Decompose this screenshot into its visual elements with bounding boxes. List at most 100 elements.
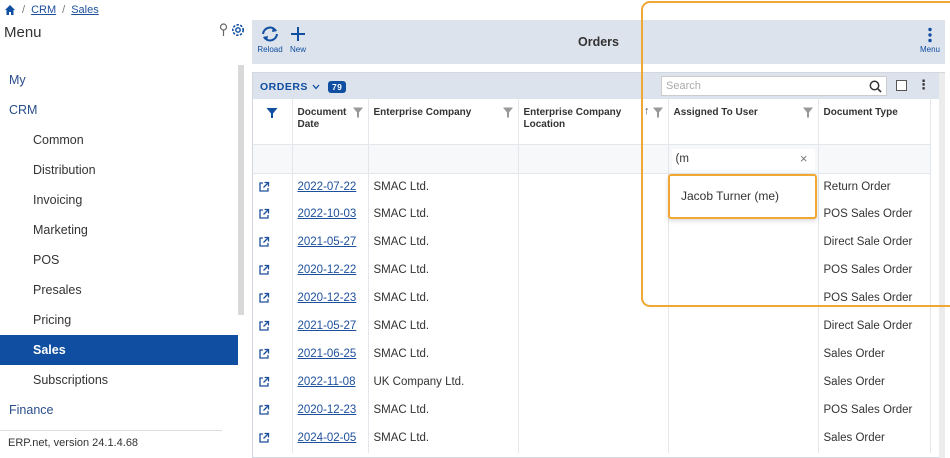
column-header-enterprise-company-location[interactable]: Enterprise Company Location ↑ (518, 99, 669, 145)
document-date-link[interactable]: 2021-05-27 (298, 236, 357, 248)
table-row[interactable]: 2024-02-05 SMAC Ltd. Sales Order (253, 425, 931, 453)
toolbar: Reload New Orders Menu (252, 20, 945, 64)
open-record-button[interactable] (253, 229, 293, 257)
cell-document-date[interactable]: 2021-06-25 (292, 341, 369, 369)
open-record-button[interactable] (253, 201, 293, 229)
table-row[interactable]: 2022-10-03 SMAC Ltd. POS Sales Order (253, 201, 931, 229)
sidebar-item-marketing[interactable]: Marketing (0, 215, 238, 245)
cell-enterprise-company-location (518, 201, 669, 229)
select-all-checkbox[interactable] (896, 80, 907, 91)
document-date-link[interactable]: 2020-12-23 (298, 404, 357, 416)
open-record-button[interactable] (253, 285, 293, 313)
sidebar-item-presales[interactable]: Presales (0, 275, 238, 305)
document-date-link[interactable]: 2022-11-08 (298, 376, 356, 388)
document-date-link[interactable]: 2022-07-22 (298, 181, 357, 193)
open-external-icon (258, 432, 270, 447)
table-row[interactable]: 2021-05-27 SMAC Ltd. Direct Sale Order (253, 229, 931, 257)
sidebar-item-invoicing[interactable]: Invoicing (0, 185, 238, 215)
sidebar-item-sales[interactable]: Sales (0, 335, 238, 365)
search-icon[interactable] (869, 80, 882, 93)
grid-name-dropdown[interactable]: ORDERS 79 (260, 81, 347, 93)
table-row[interactable]: 2020-12-22 SMAC Ltd. POS Sales Order (253, 257, 931, 285)
gear-icon[interactable] (230, 22, 246, 38)
column-filter-icon[interactable] (502, 107, 513, 118)
column-header-enterprise-company[interactable]: Enterprise Company (368, 99, 519, 145)
open-record-button[interactable] (253, 341, 293, 369)
cell-enterprise-company-location (518, 257, 669, 285)
document-date-link[interactable]: 2021-06-25 (298, 348, 357, 360)
sidebar-item-subscriptions[interactable]: Subscriptions (0, 365, 238, 395)
table-row[interactable]: 2020-12-23 SMAC Ltd. POS Sales Order (253, 397, 931, 425)
cell-document-date[interactable]: 2022-11-08 (292, 369, 369, 397)
column-filter-icon[interactable] (802, 107, 813, 118)
filter-icon (266, 108, 278, 118)
column-header-assigned-to-user[interactable]: Assigned To User (668, 99, 819, 145)
filter-cell-assigned-to-user[interactable]: (m × (668, 144, 819, 174)
column-label: Assigned To User (673, 107, 758, 118)
user-suggestion-dropdown[interactable]: Jacob Turner (me) (668, 174, 817, 219)
filter-cell-document-type[interactable] (818, 144, 931, 174)
breadcrumb-link-sales[interactable]: Sales (71, 4, 99, 16)
sidebar-item-my[interactable]: My (0, 65, 238, 95)
filter-toggle-header[interactable] (253, 99, 293, 145)
open-record-button[interactable] (253, 313, 293, 341)
column-label: Document Type (823, 107, 898, 118)
cell-assigned-to-user (668, 313, 819, 341)
column-header-document-date[interactable]: Document Date (292, 99, 369, 145)
document-date-link[interactable]: 2022-10-03 (298, 208, 357, 220)
cell-enterprise-company: SMAC Ltd. (368, 229, 519, 257)
table-row[interactable]: 2021-05-27 SMAC Ltd. Direct Sale Order (253, 313, 931, 341)
table-row[interactable]: 2022-07-22 SMAC Ltd. Return Order (253, 173, 931, 201)
document-date-link[interactable]: 2021-05-27 (298, 320, 357, 332)
cell-document-date[interactable]: 2020-12-23 (292, 397, 369, 425)
home-icon[interactable] (4, 4, 16, 16)
open-record-button[interactable] (253, 369, 293, 397)
sidebar-item-finance[interactable]: Finance (0, 395, 238, 425)
cell-document-date[interactable]: 2022-07-22 (292, 173, 369, 201)
cell-document-date[interactable]: 2021-05-27 (292, 229, 369, 257)
sidebar-item-common[interactable]: Common (0, 125, 238, 155)
column-filter-icon[interactable] (652, 107, 663, 118)
grid-scrollbar[interactable] (939, 73, 945, 458)
filter-cell-document-date[interactable] (292, 144, 369, 174)
toolbar-menu-button[interactable]: Menu (919, 27, 941, 54)
sidebar-item-pos[interactable]: POS (0, 245, 238, 275)
sidebar-item-crm[interactable]: CRM (0, 95, 238, 125)
sidebar-item-distribution[interactable]: Distribution (0, 155, 238, 185)
sidebar-scrollbar[interactable] (238, 65, 244, 315)
document-date-link[interactable]: 2020-12-22 (298, 264, 357, 276)
cell-document-type: Sales Order (818, 369, 931, 397)
open-record-button[interactable] (253, 397, 293, 425)
open-record-button[interactable] (253, 173, 293, 201)
close-icon[interactable]: × (800, 151, 808, 166)
table-row[interactable]: 2021-06-25 SMAC Ltd. Sales Order (253, 341, 931, 369)
cell-assigned-to-user (668, 369, 819, 397)
dropdown-option[interactable]: Jacob Turner (me) (681, 189, 779, 203)
open-external-icon (258, 348, 270, 363)
open-record-button[interactable] (253, 257, 293, 285)
table-row[interactable]: 2020-12-23 SMAC Ltd. POS Sales Order (253, 285, 931, 313)
cell-document-date[interactable]: 2020-12-22 (292, 257, 369, 285)
document-date-link[interactable]: 2020-12-23 (298, 292, 357, 304)
table-row[interactable]: 2022-11-08 UK Company Ltd. Sales Order (253, 369, 931, 397)
assigned-user-filter-input[interactable]: (m (671, 148, 815, 170)
cell-document-date[interactable]: 2022-10-03 (292, 201, 369, 229)
filter-cell-enterprise-company-location[interactable] (518, 144, 669, 174)
sort-up-icon: ↑ (644, 105, 650, 117)
grid-header-bar: ORDERS 79 Search ⋮ (253, 73, 944, 99)
document-date-link[interactable]: 2024-02-05 (298, 432, 357, 444)
sidebar-item-pricing[interactable]: Pricing (0, 305, 238, 335)
column-header-document-type[interactable]: Document Type (818, 99, 931, 145)
breadcrumb-link-crm[interactable]: CRM (31, 4, 56, 16)
table-header-row: Document Date Enterprise Company Enterpr… (253, 99, 931, 145)
column-filter-icon[interactable] (352, 107, 363, 118)
filter-cell-enterprise-company[interactable] (368, 144, 519, 174)
pin-icon[interactable] (219, 23, 228, 37)
grid-search-input[interactable]: Search (661, 76, 887, 96)
cell-document-date[interactable]: 2024-02-05 (292, 425, 369, 453)
open-record-button[interactable] (253, 425, 293, 453)
grid-options-button[interactable]: ⋮ (917, 78, 930, 92)
cell-document-date[interactable]: 2021-05-27 (292, 313, 369, 341)
cell-document-date[interactable]: 2020-12-23 (292, 285, 369, 313)
column-label: Enterprise Company Location (523, 107, 622, 130)
